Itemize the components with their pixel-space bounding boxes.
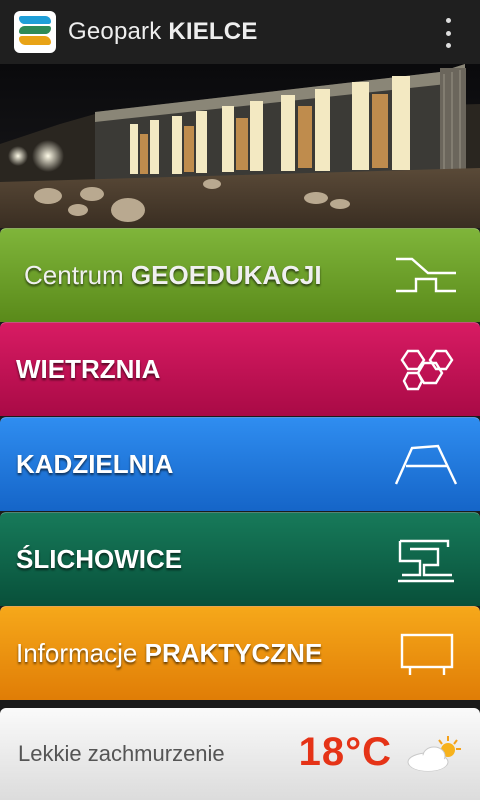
rock-fold-icon [398, 539, 454, 583]
menu-item-centrum-geoedukacji[interactable]: Centrum GEOEDUKACJI [0, 228, 480, 322]
menu-item-label: ŚLICHOWICE [16, 544, 183, 574]
weather-panel[interactable]: Lekkie zachmurzenie 18°C [0, 708, 480, 800]
menu-item-label: Centrum GEOEDUKACJI [24, 260, 322, 290]
menu-item-label: Informacje PRAKTYCZNE [16, 638, 323, 668]
quarry-icon [394, 444, 458, 485]
crystals-icon [400, 349, 454, 391]
hero-image [0, 64, 480, 228]
overflow-menu-icon[interactable] [446, 18, 452, 48]
menu-item-informacje-praktyczne[interactable]: Informacje PRAKTYCZNE [0, 606, 480, 700]
menu-item-wietrznia[interactable]: WIETRZNIA [0, 322, 480, 416]
menu-item-label: WIETRZNIA [16, 354, 161, 384]
weather-condition: Lekkie zachmurzenie [18, 741, 225, 766]
geopark-logo-icon[interactable] [14, 11, 56, 53]
weather-temperature: 18°C [298, 730, 392, 774]
menu-item-slichowice[interactable]: ŚLICHOWICE [0, 512, 480, 606]
app-title: Geopark KIELCE [68, 18, 258, 45]
menu-item-kadzielnia[interactable]: KADZIELNIA [0, 417, 480, 511]
partly-cloudy-icon [407, 736, 461, 772]
terrain-step-icon [396, 257, 456, 293]
info-board-icon [400, 633, 454, 675]
action-bar: Geopark KIELCE [0, 0, 480, 64]
menu-item-label: KADZIELNIA [16, 449, 174, 479]
